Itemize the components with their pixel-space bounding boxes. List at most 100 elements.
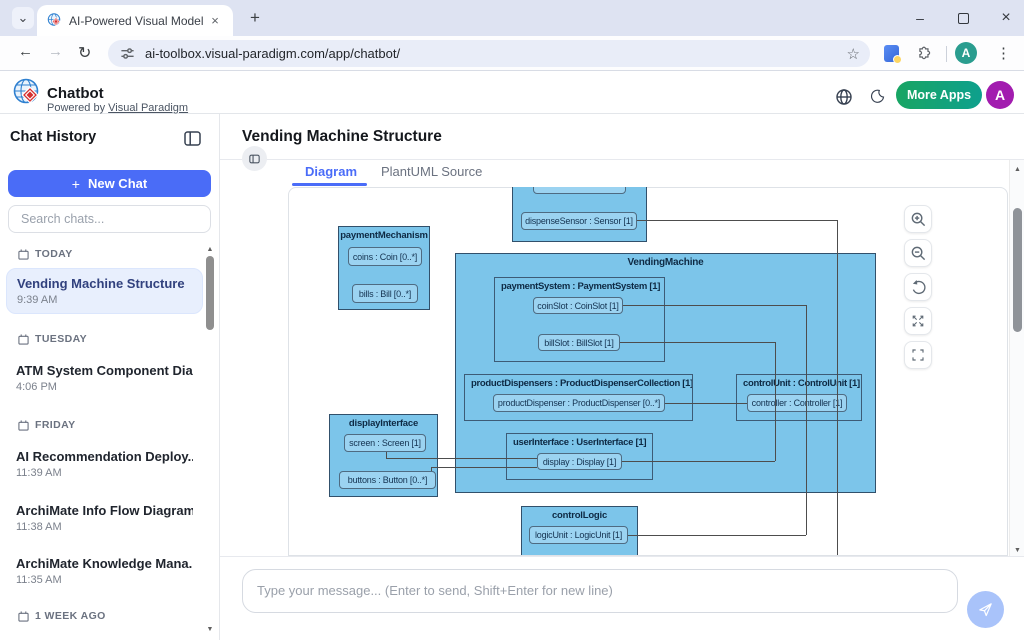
connector-sensor-h <box>637 220 837 221</box>
chat-item-vending-machine[interactable]: Vending Machine Structure 9:39 AM <box>6 268 203 314</box>
calendar-icon <box>18 334 29 345</box>
main-scrollbar-thumb[interactable] <box>1013 208 1022 332</box>
back-icon[interactable]: ← <box>18 43 33 60</box>
fullscreen-button[interactable] <box>904 341 932 369</box>
node-dispense-sensor: dispenseSensor : Sensor [1] <box>521 212 637 230</box>
panel-icon <box>249 154 260 164</box>
expand-arrows-icon <box>910 313 926 329</box>
address-bar[interactable]: ai-toolbox.visual-paradigm.com/app/chatb… <box>108 40 870 67</box>
node-title: displayInterface <box>330 415 437 429</box>
reset-rotate-icon <box>910 279 927 296</box>
section-today: TODAY <box>18 248 73 260</box>
chat-item-archimate-info-flow[interactable]: ArchiMate Info Flow Diagram 11:38 AM <box>6 496 203 540</box>
section-one-week-ago: 1 WEEK AGO <box>18 610 106 622</box>
password-manager-icon[interactable] <box>884 45 899 62</box>
sidebar-scroll-up[interactable]: ▲ <box>204 246 216 253</box>
plus-icon: + <box>72 176 80 192</box>
calendar-icon <box>18 420 29 431</box>
connector-display-h <box>622 461 775 462</box>
app-header: Chatbot Powered by Visual Paradigm More … <box>0 71 1024 114</box>
powered-by: Powered by Visual Paradigm <box>47 102 188 114</box>
window-close-button[interactable]: × <box>994 6 1018 30</box>
sidebar-scroll-down[interactable]: ▼ <box>204 626 216 633</box>
chat-item-title: ArchiMate Knowledge Mana... <box>16 556 193 571</box>
connector-coinslot-h <box>623 305 806 306</box>
zoom-out-button[interactable] <box>904 239 932 267</box>
section-friday: FRIDAY <box>18 419 76 431</box>
sidebar-toggle-icon[interactable] <box>184 131 201 146</box>
section-tuesday: TUESDAY <box>18 333 87 345</box>
tab-diagram[interactable]: Diagram <box>305 164 357 179</box>
node-product-dispenser: productDispenser : ProductDispenser [0..… <box>493 394 665 412</box>
more-apps-button[interactable]: More Apps <box>896 81 982 109</box>
new-chat-button[interactable]: + New Chat <box>8 170 211 197</box>
chat-item-title: Vending Machine Structure <box>17 276 192 291</box>
active-tab-underline <box>292 183 367 186</box>
tab-favicon <box>47 13 62 28</box>
connector-logicunit-h <box>628 535 806 536</box>
node-title: controlLogic <box>522 507 637 521</box>
node-title: controlUnit : ControlUnit [1] <box>737 375 861 392</box>
browser-tab[interactable]: AI-Powered Visual Modeling Ch × <box>37 5 233 36</box>
main-scrollbar[interactable]: ▲ ▼ <box>1009 160 1024 560</box>
reset-view-button[interactable] <box>904 273 932 301</box>
window-minimize-button[interactable]: – <box>908 6 932 30</box>
new-chat-label: New Chat <box>88 176 147 191</box>
visual-paradigm-link[interactable]: Visual Paradigm <box>108 102 188 114</box>
search-chats-input[interactable] <box>8 205 211 233</box>
chat-item-atm-system[interactable]: ATM System Component Dia... 4:06 PM <box>6 356 203 400</box>
connector-billslot-h <box>620 342 775 343</box>
collapse-sidebar-button[interactable] <box>242 146 267 171</box>
node-coin-slot: coinSlot : CoinSlot [1] <box>533 297 623 314</box>
chat-item-time: 11:35 AM <box>16 574 193 586</box>
tab-plantuml-source[interactable]: PlantUML Source <box>381 164 482 179</box>
diagram-canvas[interactable]: dispenseSensor : Sensor [1] paymentMecha… <box>288 187 1007 555</box>
send-button[interactable] <box>967 591 1004 628</box>
tab-close-icon[interactable]: × <box>207 13 223 29</box>
message-input[interactable] <box>242 569 958 613</box>
app-title: Chatbot <box>47 85 104 102</box>
maximize-icon <box>958 13 969 24</box>
node-title: productDispensers : ProductDispenserColl… <box>465 375 692 392</box>
extensions-puzzle-icon[interactable] <box>916 45 933 62</box>
language-globe-icon[interactable] <box>835 88 853 106</box>
section-label: FRIDAY <box>35 419 76 431</box>
site-settings-tune-icon[interactable] <box>120 46 135 61</box>
node-display: display : Display [1] <box>537 453 622 470</box>
browser-tab-strip: ⌄ AI-Powered Visual Modeling Ch × + – × <box>0 0 1024 36</box>
calendar-icon <box>18 249 29 260</box>
connector-screen-h <box>386 458 537 459</box>
tab-title: AI-Powered Visual Modeling Ch <box>69 14 203 28</box>
dark-mode-moon-icon[interactable] <box>869 88 886 105</box>
tab-search-chevron-icon[interactable]: ⌄ <box>12 7 34 29</box>
node-coins: coins : Coin [0..*] <box>348 247 422 266</box>
expand-button[interactable] <box>904 307 932 335</box>
browser-menu-icon[interactable]: ⋮ <box>996 44 1011 62</box>
forward-icon[interactable]: → <box>48 43 63 60</box>
url-text[interactable]: ai-toolbox.visual-paradigm.com/app/chatb… <box>145 46 847 61</box>
main-scroll-up[interactable]: ▲ <box>1010 166 1024 173</box>
connector-coinslot-v <box>806 305 807 535</box>
new-tab-button[interactable]: + <box>245 8 265 28</box>
sidebar: Chat History + New Chat TODAY Vending Ma… <box>0 114 220 640</box>
zoom-in-button[interactable] <box>904 205 932 233</box>
send-plane-icon <box>977 601 994 618</box>
chat-history-title: Chat History <box>10 129 96 145</box>
window-maximize-button[interactable] <box>951 6 975 30</box>
node-clipped-part <box>533 187 626 194</box>
calendar-icon <box>18 611 29 622</box>
chat-item-time: 9:39 AM <box>17 294 192 306</box>
section-label: TUESDAY <box>35 333 87 345</box>
node-logic-unit: logicUnit : LogicUnit [1] <box>529 526 628 544</box>
browser-profile-avatar[interactable]: A <box>955 42 977 64</box>
chat-item-ai-recommendation[interactable]: AI Recommendation Deploy... 11:39 AM <box>6 442 203 486</box>
reload-icon[interactable]: ↻ <box>78 43 91 63</box>
chat-item-title: AI Recommendation Deploy... <box>16 449 193 464</box>
powered-by-text: Powered by <box>47 102 108 114</box>
sidebar-scrollbar-thumb[interactable] <box>206 256 214 330</box>
user-avatar[interactable]: A <box>986 81 1014 109</box>
chat-item-archimate-knowledge[interactable]: ArchiMate Knowledge Mana... 11:35 AM <box>6 549 203 593</box>
chat-item-title: ATM System Component Dia... <box>16 363 193 378</box>
bookmark-star-icon[interactable]: ☆ <box>847 45 860 63</box>
main-scroll-down[interactable]: ▼ <box>1010 547 1024 554</box>
